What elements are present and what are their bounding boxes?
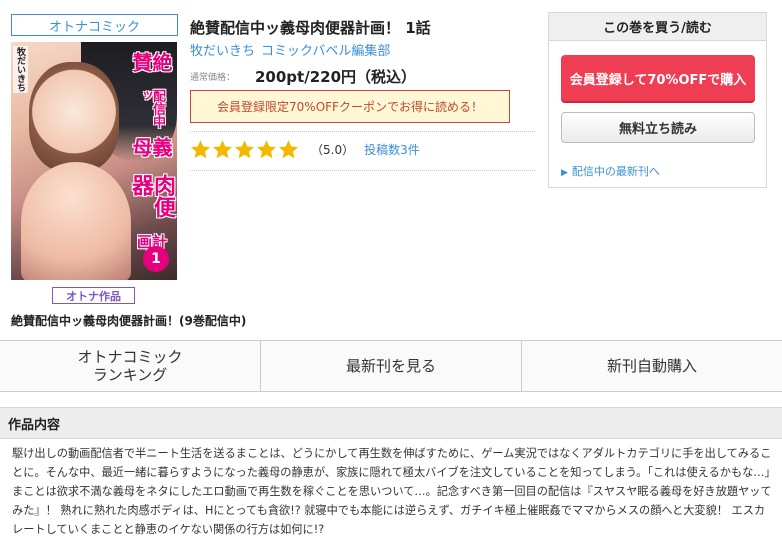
signup-purchase-button[interactable]: 会員登録して70%OFFで購入 xyxy=(561,55,755,101)
ranking-label-line2: ランキング xyxy=(92,366,168,384)
category-tag[interactable]: オトナコミック xyxy=(11,14,178,36)
coupon-banner[interactable]: 会員登録限定70%OFFクーポンでお得に読める！ xyxy=(190,90,510,123)
divider xyxy=(190,131,535,132)
latest-volume-link[interactable]: ▶ 配信中の最新刊へ xyxy=(561,163,660,179)
cover-author: 牧だいきち xyxy=(13,46,28,93)
buy-panel: この巻を買う/読む 会員登録して70%OFFで購入 無料立ち読み ▶ 配信中の最新… xyxy=(548,12,767,188)
cover-title-line: 配信中ッ xyxy=(137,89,165,129)
free-preview-button[interactable]: 無料立ち読み xyxy=(561,112,755,143)
cover-title-line: 肉便器 xyxy=(128,174,175,219)
star-icon xyxy=(278,139,299,160)
star-icon xyxy=(234,139,255,160)
publisher-link[interactable]: コミックバベル編集部 xyxy=(261,44,390,59)
review-count-link[interactable]: 投稿数3件 xyxy=(364,141,420,158)
buy-panel-header: この巻を買う/読む xyxy=(549,13,766,41)
author-link[interactable]: 牧だいきち xyxy=(190,44,255,59)
cover-face-art xyxy=(29,62,119,172)
cover-body-art xyxy=(21,162,131,280)
price-value: 200pt/220円（税込） xyxy=(255,68,417,86)
ranking-label-line1: オトナコミック xyxy=(77,348,183,366)
cover-title: 絶賛 配信中ッ 義母 肉便器 計画！ xyxy=(128,52,175,274)
divider xyxy=(190,170,535,171)
page-title: 絶賛配信中ッ義母肉便器計画！ 1話 xyxy=(190,19,431,37)
series-title[interactable]: 絶賛配信中ッ義母肉便器計画！(9巻配信中) xyxy=(11,312,246,329)
latest-issue-label: 最新刊を見る xyxy=(345,357,436,375)
latest-issue-button[interactable]: 最新刊を見る xyxy=(261,341,522,391)
synopsis-text: 駆け出しの動画配信者で半ニート生活を送るまことは、どうにかして再生数を伸ばすため… xyxy=(12,447,772,536)
auto-purchase-label: 新刊自動購入 xyxy=(606,357,697,375)
auto-purchase-button[interactable]: 新刊自動購入 xyxy=(522,341,782,391)
cover-volume-badge: 1 xyxy=(143,246,169,272)
cover-title-line: 絶賛 xyxy=(129,52,173,72)
star-icon xyxy=(212,139,233,160)
book-cover-image[interactable]: 牧だいきち 絶賛 配信中ッ 義母 肉便器 計画！ 1 xyxy=(11,42,177,280)
ranking-label: オトナコミック ランキング xyxy=(77,348,182,384)
ranking-button[interactable]: オトナコミック ランキング xyxy=(0,341,261,391)
credits: 牧だいきち コミックバベル編集部 xyxy=(190,40,396,59)
star-icon xyxy=(256,139,277,160)
adult-badge: オトナ作品 xyxy=(52,287,135,304)
rating-row: （5.0） 投稿数3件 xyxy=(190,139,420,160)
triangle-right-icon: ▶ xyxy=(561,168,568,178)
synopsis-header: 作品内容 xyxy=(0,407,782,439)
cover-title-line: 義母 xyxy=(129,137,173,158)
latest-volume-label: 配信中の最新刊へ xyxy=(571,165,660,178)
action-bar: オトナコミック ランキング 最新刊を見る 新刊自動購入 xyxy=(0,340,782,392)
star-icon xyxy=(190,139,211,160)
rating-stars xyxy=(190,139,299,160)
rating-score: （5.0） xyxy=(311,143,355,157)
price-label: 通常価格： xyxy=(190,73,236,83)
